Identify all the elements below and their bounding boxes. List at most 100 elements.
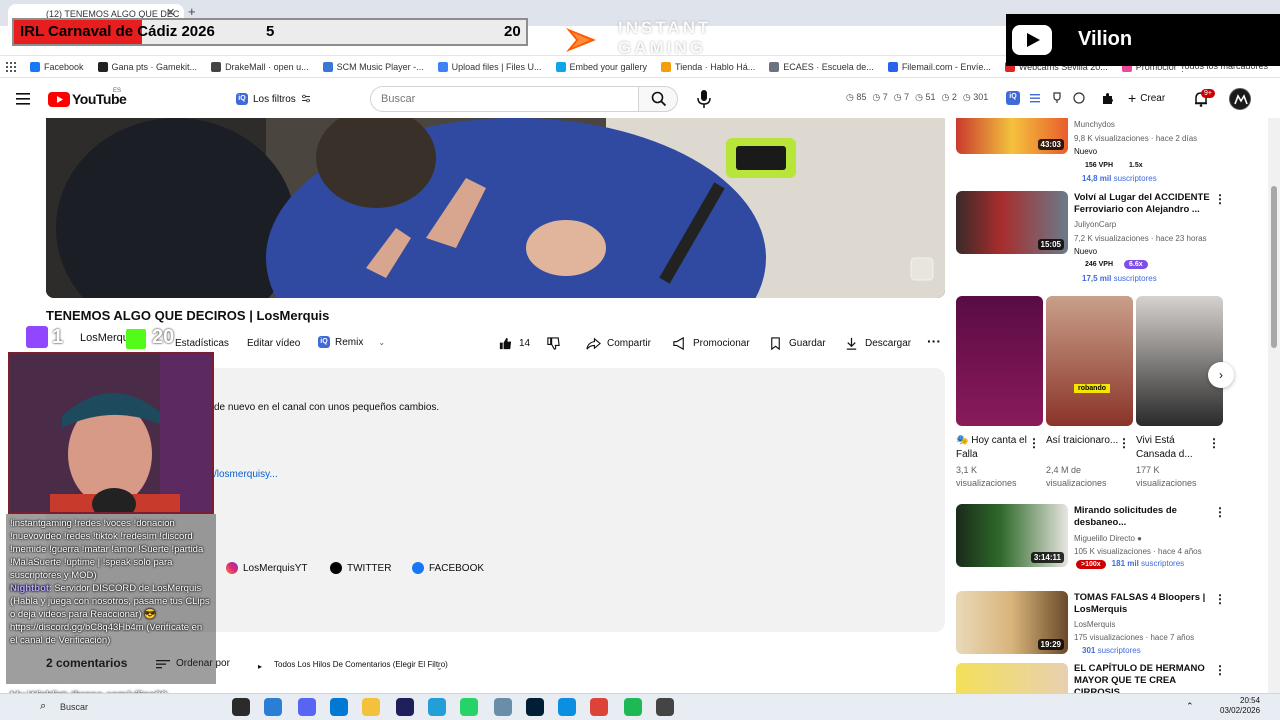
app-icon[interactable] (264, 698, 282, 716)
recommended-title[interactable]: Mirando solicitudes de desbaneo... (1074, 505, 1210, 529)
dislike-button[interactable] (546, 336, 561, 351)
bookmark-item[interactable]: Filemail.com - Envíe... (887, 61, 991, 72)
scrollbar-thumb[interactable] (1271, 186, 1277, 348)
stat-item: ◷ 7 (893, 92, 910, 102)
save-button[interactable]: Guardar (768, 336, 826, 351)
bookmark-item[interactable]: SCM Music Player -... (322, 61, 424, 72)
bookmark-item[interactable]: ECAES · Escuela de... (769, 61, 874, 72)
whatsapp-icon[interactable] (460, 698, 478, 716)
plus-icon: + (1128, 90, 1137, 106)
more-options-icon[interactable]: ⋮ (1214, 192, 1226, 206)
short-thumbnail[interactable]: robando (1046, 296, 1133, 426)
bookmark-icon (771, 337, 780, 351)
chat-bubble-icon[interactable] (1072, 91, 1086, 105)
more-options-icon[interactable]: ⋮ (1214, 505, 1226, 519)
recommended-channel[interactable]: Miguelillo Directo ● (1074, 534, 1142, 543)
youtube-logo-country: ES (113, 88, 122, 94)
bookmark-item[interactable]: Gana pts · Gamekit... (97, 61, 197, 72)
bookmark-favicon-icon (211, 61, 222, 72)
iq-icon[interactable]: iQ (1006, 91, 1020, 105)
search-input[interactable] (370, 86, 638, 112)
after-effects-icon[interactable] (396, 698, 414, 716)
create-button[interactable]: + Crear (1128, 90, 1165, 106)
puzzle-icon[interactable] (1100, 91, 1116, 107)
account-avatar[interactable] (1229, 88, 1251, 110)
stat-item: ◷ 7 (872, 92, 888, 102)
bookmark-item[interactable]: DrakeMall · open u... (211, 61, 309, 72)
app-icon[interactable] (494, 698, 512, 716)
chevron-down-icon[interactable]: ⌄ (378, 338, 385, 347)
megaphone-icon (673, 336, 684, 351)
mail-icon[interactable] (330, 698, 348, 716)
edge-icon[interactable] (558, 698, 576, 716)
recommended-thumbnail[interactable]: 19:29 (956, 591, 1068, 654)
new-tab-icon[interactable]: + (188, 4, 196, 19)
stats-button[interactable]: Estadísticas (175, 338, 229, 349)
list-icon[interactable] (1028, 91, 1042, 105)
recommended-channel[interactable]: LosMerquis (1074, 620, 1115, 629)
recommended-thumbnail[interactable] (956, 663, 1068, 693)
instagram-icon (226, 562, 238, 574)
file-explorer-icon[interactable] (362, 698, 380, 716)
bookmark-item[interactable]: Upload files | Files U... (437, 61, 542, 72)
promote-button[interactable]: Promocionar (672, 336, 750, 351)
short-title[interactable]: 🎭 Hoy canta el Falla (956, 434, 1030, 462)
taskbar-search[interactable]: Buscar (60, 702, 88, 712)
bookmark-favicon-icon (322, 61, 333, 72)
kick-viewer-count: 20 (152, 326, 175, 348)
recommended-channel[interactable]: JuliyonCarp (1074, 220, 1116, 229)
short-title[interactable]: Vivi Está Cansada d... (1136, 434, 1210, 462)
recommended-thumbnail[interactable]: 43:03 (956, 118, 1068, 154)
download-button[interactable]: Descargar (844, 336, 911, 351)
remix-button[interactable]: iQ Remix ⌄ (318, 336, 385, 348)
recommended-channel[interactable]: Munchydos (1074, 120, 1115, 129)
search-button[interactable] (638, 86, 678, 112)
youtube-logo-icon[interactable] (48, 92, 70, 107)
tray-chevron-icon[interactable]: ⌃ (1186, 701, 1194, 712)
short-tag: robando (1074, 384, 1110, 393)
video-title: TENEMOS ALGO QUE DECIROS | LosMerquis (46, 308, 330, 323)
recommended-title[interactable]: Volví al Lugar del ACCIDENTE Ferroviario… (1074, 192, 1210, 216)
description-link[interactable]: /losmerquisy... (214, 469, 278, 480)
chrome-icon[interactable] (590, 698, 608, 716)
filters-button[interactable]: iQ Los filtros (236, 90, 311, 108)
shorts-next-arrow-icon[interactable]: › (1208, 362, 1234, 388)
recommended-thumbnail[interactable]: 3:14:11 (956, 504, 1068, 567)
more-options-icon[interactable]: ⋮ (1118, 436, 1130, 450)
bookmark-item[interactable]: Facebook (30, 61, 84, 72)
video-player[interactable] (46, 118, 945, 298)
apps-icon[interactable] (6, 61, 16, 72)
social-link-facebook[interactable]: FACEBOOK (412, 562, 484, 574)
taskbar-clock[interactable]: 20:54 03/02/2026 (1220, 696, 1260, 716)
short-title[interactable]: Así traicionaro... (1046, 434, 1120, 448)
microphone-icon[interactable] (692, 88, 716, 110)
share-icon (586, 337, 601, 350)
bookmark-favicon-icon (30, 61, 40, 72)
edit-video-button[interactable]: Editar vídeo (247, 338, 300, 349)
header-extension-icons: iQ (1006, 91, 1086, 105)
more-options-icon[interactable]: ⋮ (1208, 436, 1220, 450)
short-thumbnail[interactable] (1136, 296, 1223, 426)
photoshop-icon[interactable] (526, 698, 544, 716)
short-thumbnail[interactable] (956, 296, 1043, 426)
social-link-twitter[interactable]: TWITTER (330, 562, 391, 574)
more-options-icon[interactable]: ⋮ (1214, 663, 1226, 677)
comment-threads-select[interactable]: ▸ Todos Los Hilos De Comentarios (Elegir… (256, 660, 450, 672)
social-link-instagram[interactable]: LosMerquisYT (226, 562, 307, 574)
share-button[interactable]: Compartir (586, 336, 651, 351)
obs-icon[interactable] (656, 698, 674, 716)
discord-icon[interactable] (298, 698, 316, 716)
more-options-icon[interactable]: ⋮ (1214, 592, 1226, 606)
more-actions-icon[interactable]: ··· (927, 333, 941, 349)
short-views: 177 K visualizaciones (1136, 465, 1197, 488)
search-icon[interactable]: ⌕ (40, 700, 46, 713)
recommended-thumbnail[interactable]: 15:05 (956, 191, 1068, 254)
menu-icon[interactable] (14, 92, 34, 106)
recommended-title[interactable]: TOMAS FALSAS 4 Bloopers | LosMerquis (1074, 592, 1210, 616)
task-view-icon[interactable] (232, 698, 250, 716)
telegram-icon[interactable] (428, 698, 446, 716)
like-button[interactable]: 14 (498, 336, 530, 351)
trophy-icon[interactable] (1050, 91, 1064, 105)
spotify-icon[interactable] (624, 698, 642, 716)
more-options-icon[interactable]: ⋮ (1028, 436, 1040, 450)
